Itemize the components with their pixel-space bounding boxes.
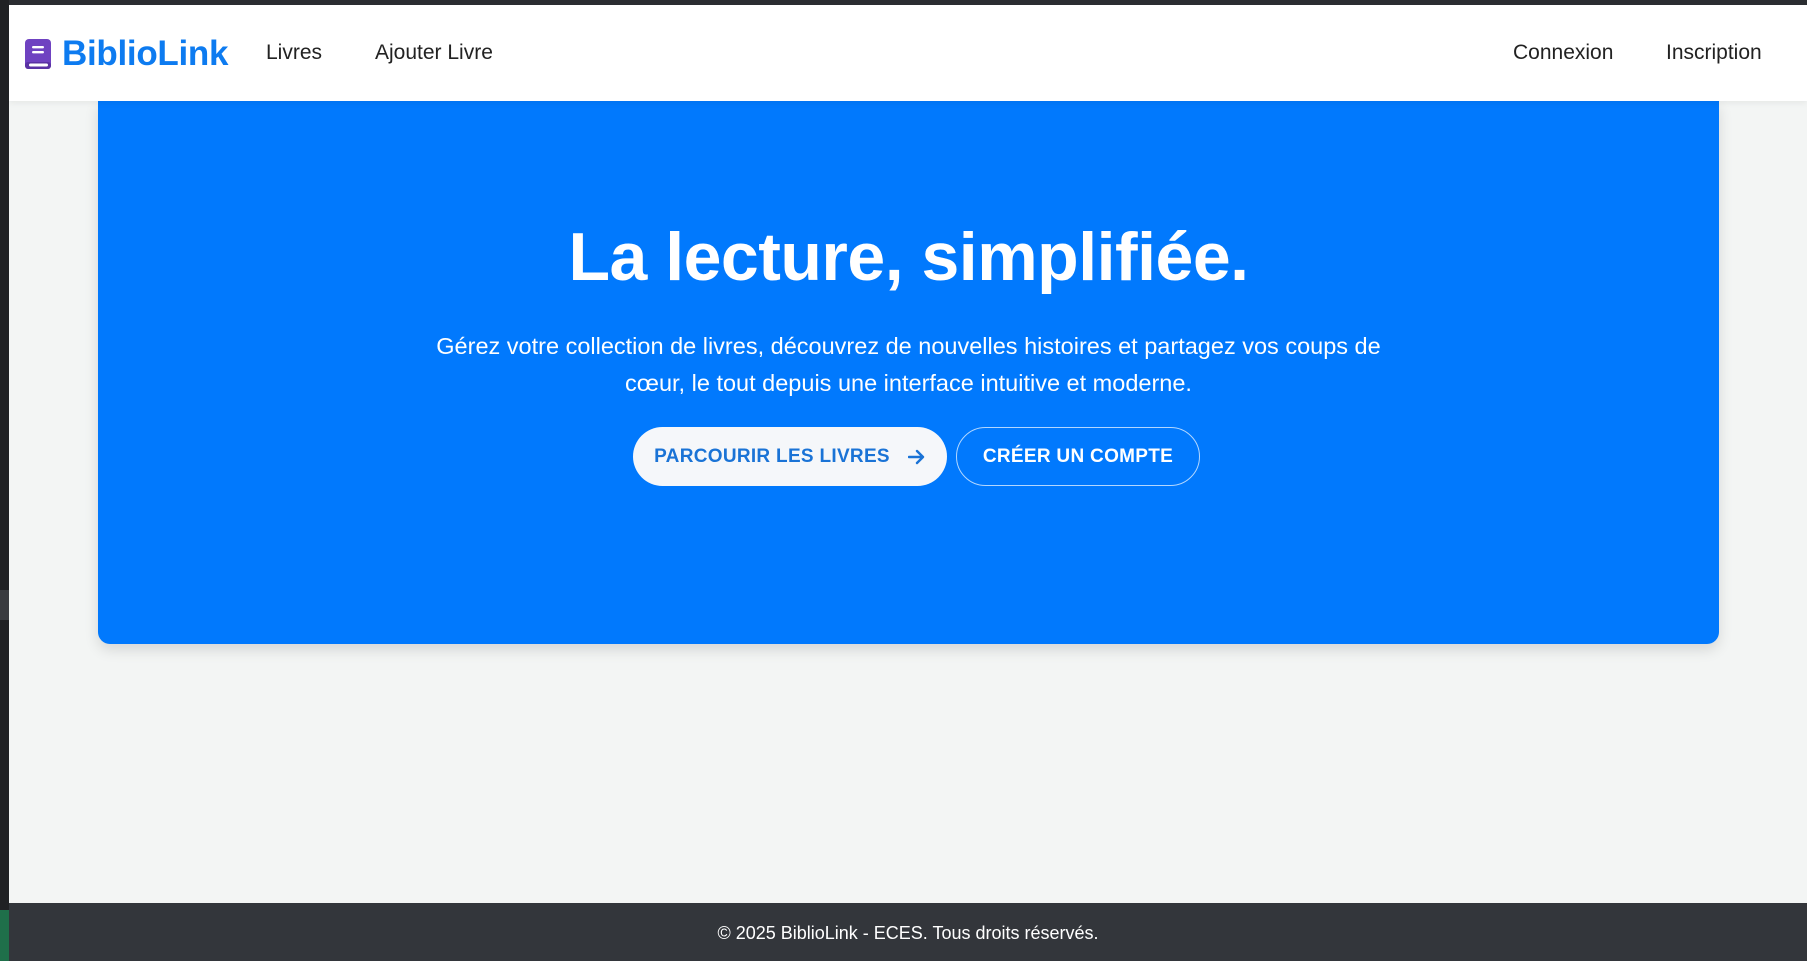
- book-icon: [24, 38, 52, 70]
- nav-link-ajouter-livre[interactable]: Ajouter Livre: [375, 41, 493, 65]
- arrow-right-icon: [907, 449, 926, 465]
- page: BiblioLink Livres Ajouter Livre Connexio…: [9, 5, 1807, 961]
- edge-marker: [0, 590, 9, 620]
- browse-books-label: PARCOURIR LES LIVRES: [654, 445, 890, 467]
- edge-marker: [0, 910, 9, 961]
- nav-link-livres[interactable]: Livres: [266, 41, 322, 65]
- browse-books-button[interactable]: PARCOURIR LES LIVRES: [633, 427, 947, 486]
- navbar: BiblioLink Livres Ajouter Livre Connexio…: [9, 5, 1807, 101]
- nav-link-connexion[interactable]: Connexion: [1513, 41, 1613, 65]
- nav-link-inscription[interactable]: Inscription: [1666, 41, 1762, 65]
- hero-subtitle: Gérez votre collection de livres, découv…: [393, 328, 1424, 402]
- brand-link[interactable]: BiblioLink: [24, 32, 228, 76]
- screen-edge-left: [0, 0, 9, 961]
- footer-copyright: © 2025 BiblioLink - ECES. Tous droits ré…: [717, 923, 1099, 943]
- hero-subtitle-line: Gérez votre collection de livres, découv…: [436, 333, 1381, 359]
- brand-name: BiblioLink: [62, 34, 229, 73]
- footer: © 2025 BiblioLink - ECES. Tous droits ré…: [9, 903, 1807, 961]
- hero-title: La lecture, simplifiée.: [568, 219, 1249, 295]
- create-account-button[interactable]: CRÉER UN COMPTE: [956, 427, 1200, 486]
- hero-subtitle-line: cœur, le tout depuis une interface intui…: [625, 370, 1192, 396]
- hero-section: La lecture, simplifiée. Gérez votre coll…: [98, 101, 1719, 644]
